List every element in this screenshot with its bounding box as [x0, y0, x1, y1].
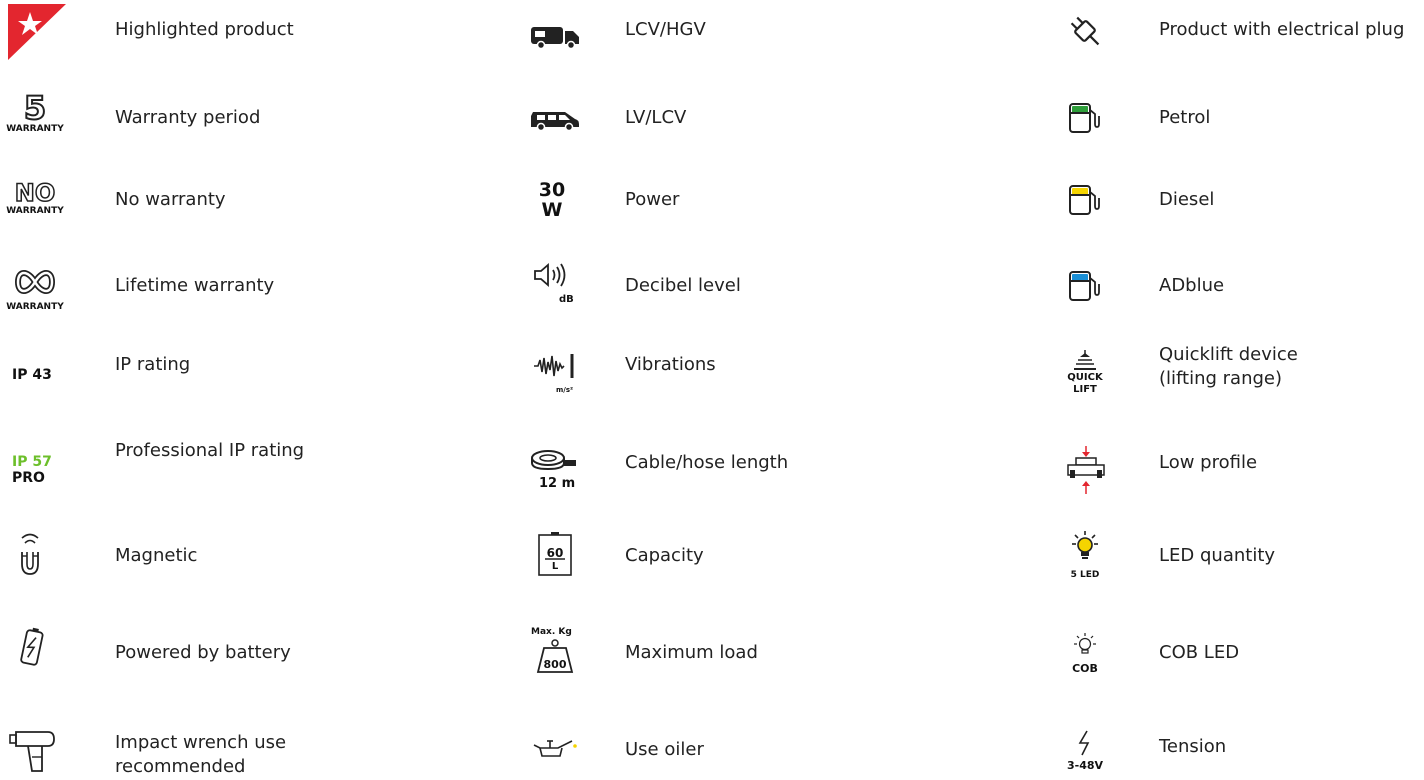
legend-label: COB LED — [1159, 642, 1240, 663]
legend-label: Capacity — [625, 545, 704, 566]
truck-icon — [531, 27, 579, 50]
legend-label-line1: Impact wrench use — [115, 732, 287, 753]
quicklift-word2: LIFT — [1073, 384, 1097, 395]
legend-label-line1: Quicklift device — [1159, 344, 1298, 365]
pro-ip-rating-icon: IP 57 PRO — [12, 454, 64, 490]
warranty-5-icon: 5 WARRANTY — [4, 89, 66, 142]
legend-label: Powered by battery — [115, 642, 291, 663]
legend-label: Diesel — [1159, 189, 1215, 210]
low-profile-icon — [1067, 446, 1105, 494]
highlight-star-icon — [8, 4, 66, 60]
legend-label: Cable/hose length — [625, 452, 789, 473]
quicklift-icon — [1074, 350, 1096, 370]
vibration-icon — [534, 354, 574, 378]
legend-label: Use oiler — [625, 739, 704, 760]
pro-ip-caption: PRO — [12, 470, 45, 486]
legend-label: Professional IP rating — [115, 440, 305, 461]
legend-label: Power — [625, 189, 680, 210]
legend-label: Vibrations — [625, 354, 716, 375]
legend-label: Petrol — [1159, 107, 1211, 128]
legend-label: LV/LCV — [625, 107, 687, 128]
decibel-unit: dB — [559, 294, 574, 305]
lifetime-caption: WARRANTY — [6, 302, 64, 312]
no-warranty-icon: NO WARRANTY — [2, 179, 68, 224]
legend-label: Magnetic — [115, 545, 198, 566]
legend-label-line2: recommended — [115, 756, 246, 777]
vibration-unit: m/s² — [556, 386, 574, 394]
no-warranty-mark: NO — [14, 179, 56, 207]
tension-range: 3-48V — [1066, 759, 1104, 772]
legend-label: Product with electrical plug — [1159, 19, 1405, 40]
capacity-value: 60 — [546, 546, 564, 560]
max-load-value: 800 — [543, 658, 567, 671]
magnetic-icon — [21, 533, 39, 575]
legend-label: IP rating — [115, 354, 191, 375]
legend-label: No warranty — [115, 189, 226, 210]
oiler-icon — [533, 740, 577, 757]
legend-label: Tension — [1159, 736, 1227, 757]
legend-label: ADblue — [1159, 275, 1225, 296]
fuel-adblue-icon — [1069, 271, 1100, 301]
van-icon — [531, 112, 579, 132]
lifetime-warranty-icon: WARRANTY — [2, 266, 68, 312]
legend-label: Warranty period — [115, 107, 261, 128]
warranty-caption: WARRANTY — [6, 124, 64, 134]
fuel-petrol-icon — [1069, 103, 1100, 133]
legend-label: LCV/HGV — [625, 19, 706, 40]
led-quantity-value: 5 LED — [1070, 570, 1100, 580]
warranty-number: 5 — [23, 89, 47, 127]
battery-icon — [20, 627, 44, 666]
no-warranty-caption: WARRANTY — [6, 206, 64, 216]
legend-label: Maximum load — [625, 642, 758, 663]
legend-label: Decibel level — [625, 275, 741, 296]
legend-label: LED quantity — [1159, 545, 1276, 566]
power-value: 30 — [538, 179, 566, 201]
tape-measure-icon — [531, 450, 576, 471]
capacity-unit: L — [551, 561, 559, 572]
max-load-caption: Max. Kg — [531, 627, 572, 637]
pro-ip-value: IP 57 — [12, 454, 52, 470]
legend-label: Low profile — [1159, 452, 1258, 473]
fuel-diesel-icon — [1069, 185, 1100, 215]
power-unit: W — [541, 199, 563, 221]
ip-rating-icon: IP 43 — [12, 367, 52, 383]
cob-led-icon — [1074, 633, 1096, 654]
led-bulb-icon — [1072, 531, 1098, 559]
impact-wrench-icon — [9, 731, 55, 772]
power-icon: 30 W — [532, 180, 572, 222]
cable-length-value: 12 m — [539, 476, 576, 491]
quicklift-badge: QUICK LIFT — [1063, 372, 1107, 398]
speaker-icon — [534, 263, 566, 287]
electrical-plug-icon — [1070, 16, 1100, 46]
legend-label-line2: (lifting range) — [1159, 368, 1283, 389]
legend-label: Highlighted product — [115, 19, 294, 40]
infinity-icon — [14, 270, 56, 294]
cob-caption: COB — [1072, 662, 1098, 675]
legend-label: Lifetime warranty — [115, 275, 275, 296]
lightning-icon — [1078, 730, 1090, 756]
quicklift-word1: QUICK — [1067, 372, 1103, 383]
